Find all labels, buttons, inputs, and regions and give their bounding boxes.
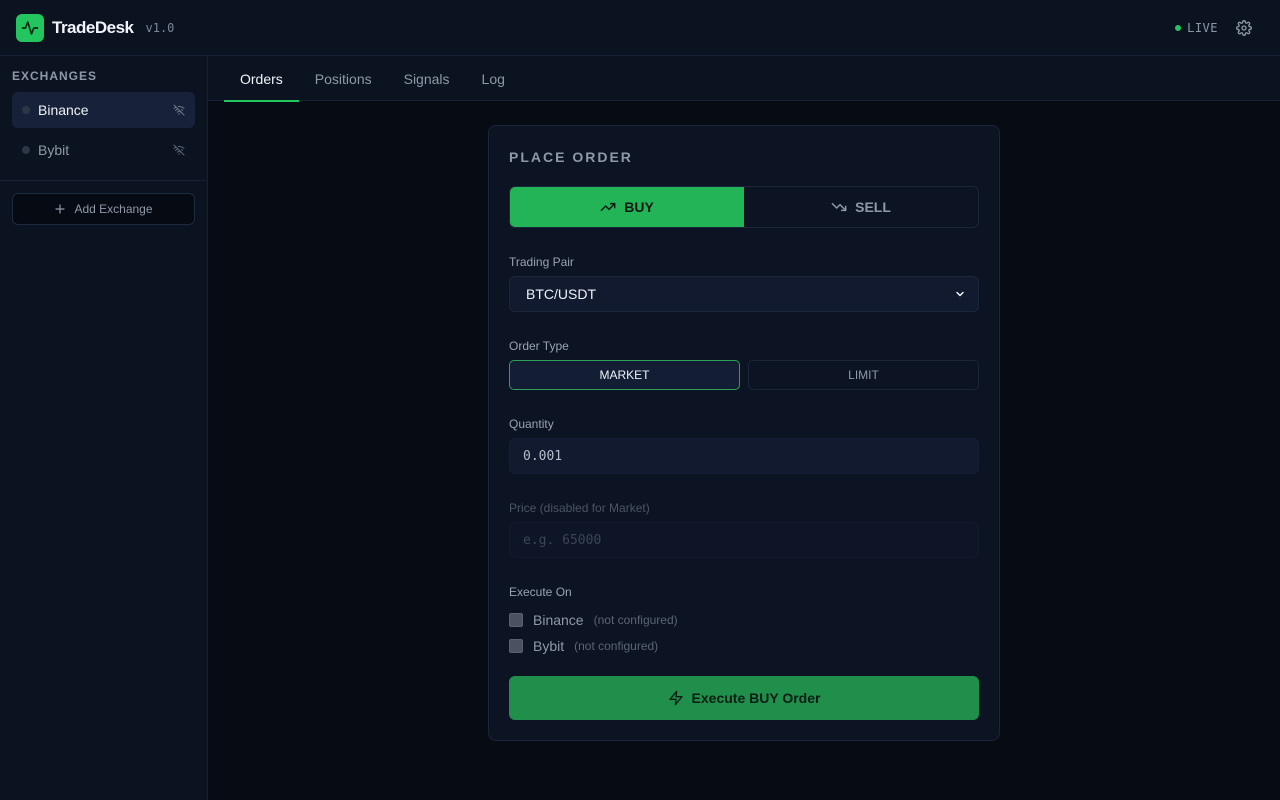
- logo: [16, 13, 44, 42]
- gear-icon: [1236, 19, 1252, 36]
- tab-positions[interactable]: Positions: [299, 56, 388, 101]
- quantity-input[interactable]: 0.001: [509, 438, 979, 474]
- trending-up-icon: [600, 199, 616, 215]
- limit-button[interactable]: LIMIT: [748, 360, 979, 390]
- add-exchange-button[interactable]: Add Exchange: [12, 193, 195, 225]
- settings-button[interactable]: [1236, 19, 1252, 36]
- wifi-off-icon: [173, 144, 185, 156]
- sell-label: SELL: [855, 199, 891, 215]
- top-bar: TradeDesk v1.0 LIVE: [0, 0, 1280, 56]
- status-dot: [22, 106, 30, 114]
- sidebar-item-label: Bybit: [38, 142, 70, 158]
- sidebar-item-binance[interactable]: Binance: [12, 92, 195, 128]
- live-status-text: LIVE: [1187, 20, 1218, 35]
- execute-order-button[interactable]: Execute BUY Order: [509, 676, 979, 720]
- sell-button[interactable]: SELL: [744, 187, 978, 227]
- activity-icon: [21, 20, 39, 35]
- sidebar-item-label: Binance: [38, 102, 89, 118]
- sidebar-heading: EXCHANGES: [12, 69, 98, 83]
- quantity-label: Quantity: [509, 417, 554, 431]
- app-name: TradeDesk: [52, 17, 134, 37]
- side-toggle: BUY SELL: [509, 186, 979, 228]
- sidebar-divider: [0, 180, 207, 181]
- execute-exchange-name: Binance: [533, 612, 584, 628]
- tab-signals[interactable]: Signals: [388, 56, 466, 101]
- execute-exchange-note: (not configured): [593, 613, 678, 627]
- execute-exchange-name: Bybit: [533, 638, 565, 654]
- execute-on-label: Execute On: [509, 585, 572, 599]
- price-input: e.g. 65000: [509, 522, 979, 558]
- live-status-dot: [1175, 24, 1182, 31]
- market-button[interactable]: MARKET: [509, 360, 740, 390]
- sidebar: EXCHANGES Binance Bybit Add Exchange: [0, 56, 208, 800]
- execute-on-binance[interactable]: Binance (not configured): [509, 612, 678, 628]
- lightning-icon: [668, 690, 684, 706]
- buy-button[interactable]: BUY: [510, 187, 744, 227]
- execute-exchange-note: (not configured): [574, 639, 659, 653]
- plus-icon: [54, 203, 66, 215]
- bybit-checkbox[interactable]: [509, 639, 523, 653]
- execute-label: Execute BUY Order: [691, 690, 821, 706]
- sidebar-item-bybit[interactable]: Bybit: [12, 132, 195, 168]
- trending-down-icon: [831, 199, 847, 215]
- card-title: PLACE ORDER: [509, 149, 633, 165]
- app-version: v1.0: [145, 20, 175, 35]
- binance-checkbox[interactable]: [509, 613, 523, 627]
- execute-on-bybit[interactable]: Bybit (not configured): [509, 638, 658, 654]
- wifi-off-icon: [173, 104, 185, 116]
- tab-orders[interactable]: Orders: [224, 56, 299, 102]
- order-type-label: Order Type: [509, 339, 569, 353]
- place-order-card: PLACE ORDER BUY SELL Trading Pair BTC/US…: [488, 125, 1000, 741]
- trading-pair-label: Trading Pair: [509, 255, 574, 269]
- chevron-down-icon: [954, 288, 966, 300]
- buy-label: BUY: [624, 199, 654, 215]
- price-label: Price (disabled for Market): [509, 501, 650, 515]
- status-dot: [22, 146, 30, 154]
- main-tabs: Orders Positions Signals Log: [208, 56, 1280, 102]
- trading-pair-select[interactable]: BTC/USDT: [509, 276, 979, 312]
- add-exchange-label: Add Exchange: [74, 202, 153, 216]
- tab-log[interactable]: Log: [466, 56, 521, 101]
- trading-pair-value: BTC/USDT: [526, 286, 596, 302]
